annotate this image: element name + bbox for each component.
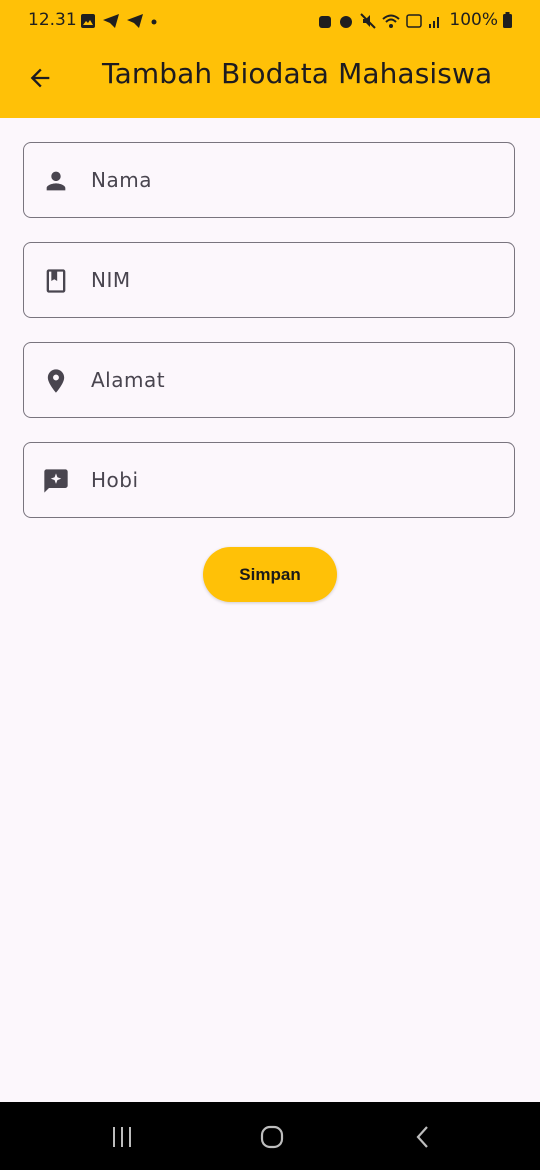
mute-icon	[360, 13, 376, 29]
home-button[interactable]	[257, 1122, 287, 1152]
battery-percent: 100%	[449, 10, 498, 30]
volte-icon	[406, 14, 422, 28]
status-time: 12.31	[28, 10, 77, 30]
status-bar: 12.31 100%	[0, 0, 540, 42]
address-placeholder: Alamat	[91, 368, 166, 392]
dot-icon	[151, 19, 157, 25]
save-button[interactable]: Simpan	[203, 547, 337, 602]
home-icon	[260, 1125, 284, 1149]
recent-apps-icon	[113, 1127, 131, 1147]
notification-icons	[80, 12, 158, 30]
nim-placeholder: NIM	[91, 268, 131, 292]
battery-icon	[503, 12, 512, 28]
arrow-back-icon	[30, 68, 50, 88]
system-nav-bar	[0, 1102, 540, 1170]
hobby-field[interactable]: Hobi	[23, 442, 515, 518]
nav-back-button[interactable]	[408, 1122, 438, 1152]
bookmark-book-icon	[42, 267, 70, 295]
hobby-placeholder: Hobi	[91, 468, 139, 492]
name-placeholder: Nama	[91, 168, 152, 192]
vpn-lock-icon	[319, 16, 331, 28]
wifi-icon	[382, 14, 400, 28]
back-button[interactable]	[22, 60, 58, 96]
name-field[interactable]: Nama	[23, 142, 515, 218]
address-field[interactable]: Alamat	[23, 342, 515, 418]
telegram-icon	[127, 14, 143, 28]
gallery-icon	[81, 14, 95, 28]
telegram-icon	[103, 14, 119, 28]
back-icon	[416, 1126, 428, 1148]
alarm-icon	[340, 16, 352, 28]
recent-apps-button[interactable]	[107, 1122, 137, 1152]
signal-icon	[429, 17, 439, 28]
chat-sparkle-icon	[42, 467, 70, 495]
person-icon	[42, 167, 70, 195]
system-icons	[318, 12, 442, 30]
location-pin-icon	[42, 367, 70, 395]
app-bar: 12.31 100% Tambah Biodata Mahasiswa	[0, 0, 540, 118]
nim-field[interactable]: NIM	[23, 242, 515, 318]
page-title: Tambah Biodata Mahasiswa	[102, 57, 493, 90]
